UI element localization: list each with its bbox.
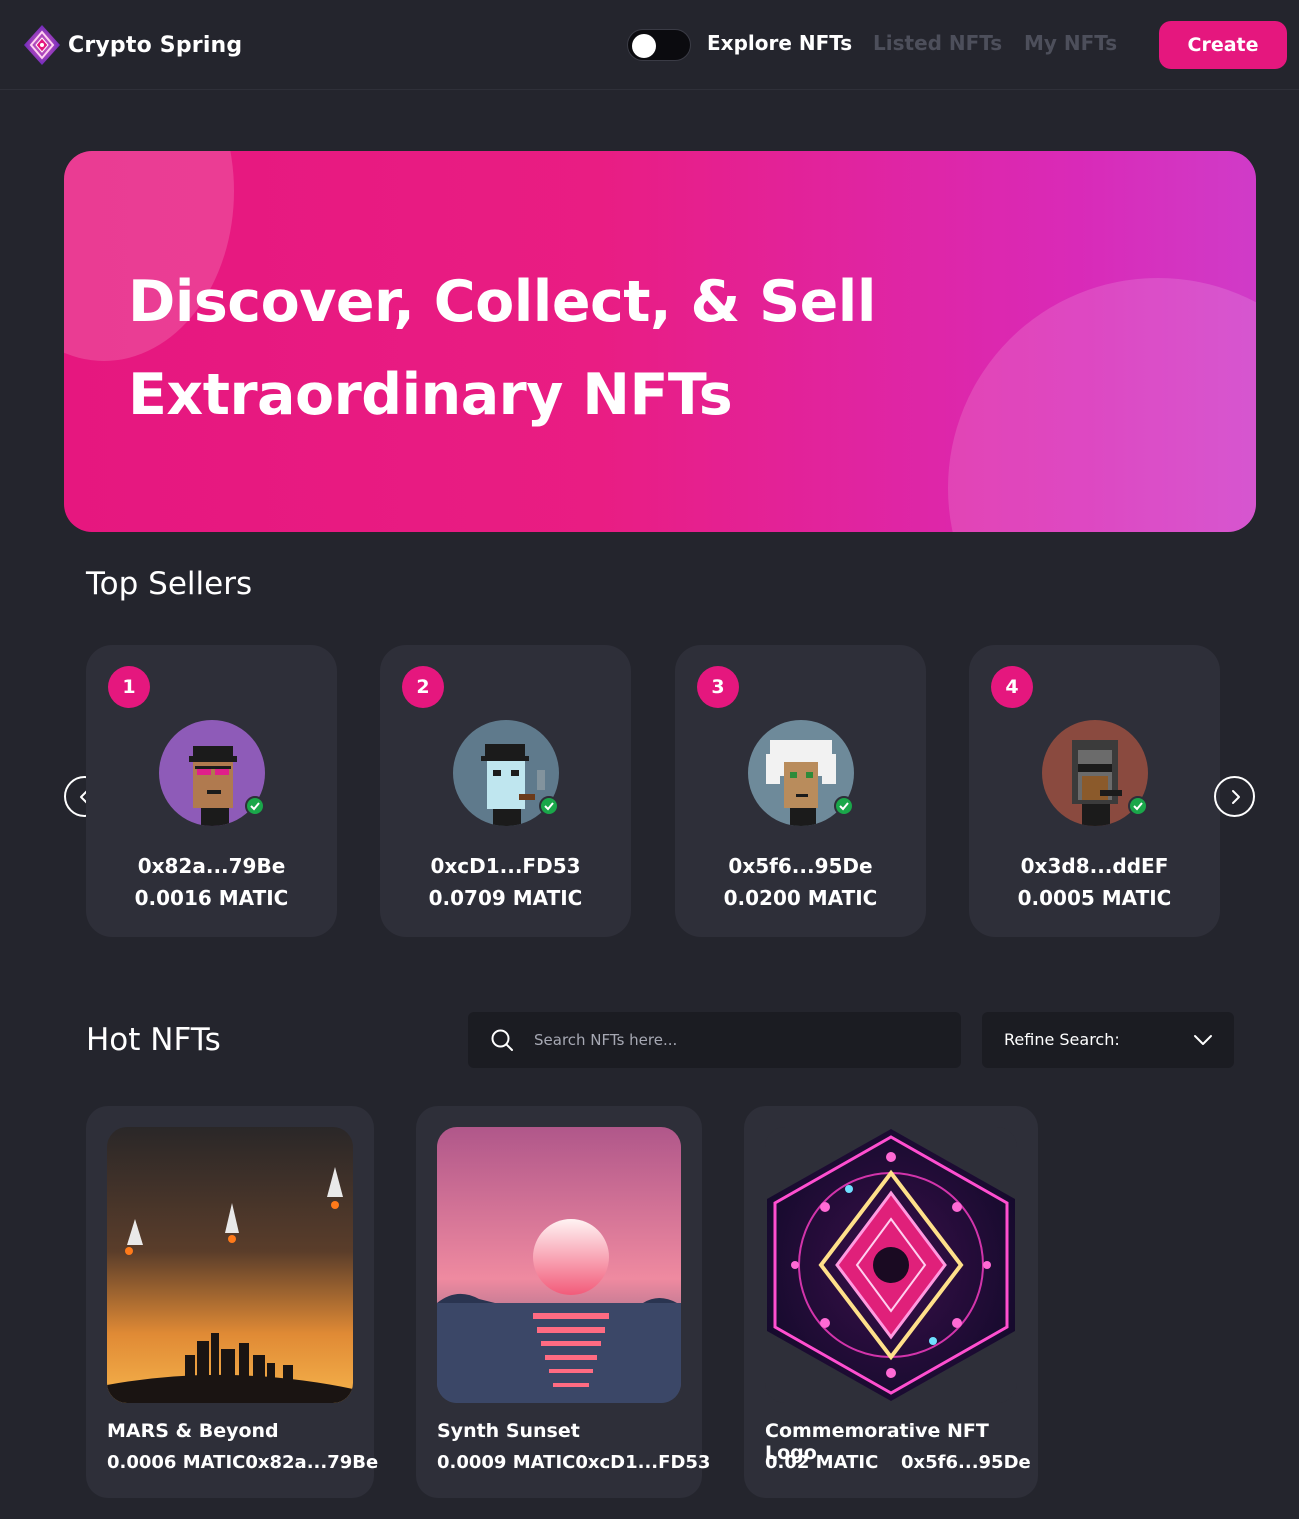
rank-badge: 1 (108, 666, 150, 708)
hot-nfts-title: Hot NFTs (86, 1022, 221, 1058)
nft-name: Synth Sunset (437, 1420, 580, 1442)
navbar: Crypto Spring Explore NFTs Listed NFTs M… (0, 0, 1299, 90)
seller-address: 0x5f6...95De (728, 854, 873, 878)
seller-card[interactable]: 3 0x5f6...95De 0.0200 MATIC (675, 645, 926, 937)
seller-avatar (1042, 720, 1148, 826)
nft-price: 0.02 MATIC (765, 1452, 879, 1473)
brand-name: Crypto Spring (68, 32, 243, 58)
search-bar (468, 1012, 961, 1068)
hexagon-logo-image (767, 1129, 1015, 1401)
nav-explore-nfts[interactable]: Explore NFTs (707, 31, 852, 55)
moon-icon (667, 37, 675, 53)
nft-owner: 0x5f6...95De (901, 1452, 1031, 1473)
nft-price-owner: 0.0006 MATIC0x82a...79Be (107, 1452, 379, 1473)
seller-amount: 0.0709 MATIC (428, 886, 583, 910)
nav-listed-nfts[interactable]: Listed NFTs (873, 31, 1002, 55)
hero-title: Discover, Collect, & Sell Extraordinary … (128, 256, 1028, 442)
search-input[interactable] (534, 1012, 944, 1068)
seller-address: 0xcD1...FD53 (430, 854, 581, 878)
rank-badge: 2 (402, 666, 444, 708)
rank-badge: 4 (991, 666, 1033, 708)
verified-icon (539, 796, 559, 816)
seller-avatar (748, 720, 854, 826)
nft-image (437, 1127, 681, 1403)
seller-amount: 0.0016 MATIC (134, 886, 289, 910)
seller-amount: 0.0005 MATIC (1017, 886, 1172, 910)
theme-toggle[interactable] (627, 29, 691, 61)
refine-search-label: Refine Search: (1004, 1030, 1120, 1049)
chevron-down-icon (1194, 1035, 1212, 1045)
nft-card[interactable]: Synth Sunset 0.0009 MATIC0xcD1...FD53 (416, 1106, 710, 1498)
nft-name: MARS & Beyond (107, 1420, 279, 1442)
seller-avatar (159, 720, 265, 826)
nft-image (765, 1127, 1017, 1403)
hero-banner: Discover, Collect, & Sell Extraordinary … (64, 151, 1256, 532)
carousel-next-button[interactable] (1214, 776, 1255, 817)
seller-card[interactable]: 1 0x82a...79Be 0.0016 MATIC (86, 645, 337, 937)
verified-icon (245, 796, 265, 816)
nft-price-owner: 0.0009 MATIC0xcD1...FD53 (437, 1452, 711, 1473)
seller-card[interactable]: 4 0x3d8...ddEF 0.0005 MATIC (969, 645, 1220, 937)
seller-address: 0x82a...79Be (137, 854, 286, 878)
seller-card[interactable]: 2 0xcD1...FD53 0.0709 MATIC (380, 645, 631, 937)
toggle-knob (632, 34, 656, 58)
rank-badge: 3 (697, 666, 739, 708)
rockets-cityscape-image (107, 1127, 353, 1403)
create-button[interactable]: Create (1159, 21, 1287, 69)
verified-icon (1128, 796, 1148, 816)
seller-address: 0x3d8...ddEF (1020, 854, 1169, 878)
nft-image (107, 1127, 353, 1403)
verified-icon (834, 796, 854, 816)
hero-title-line1: Discover, Collect, & Sell (128, 269, 876, 335)
nav-my-nfts[interactable]: My NFTs (1024, 31, 1117, 55)
refine-search-dropdown[interactable]: Refine Search: (982, 1012, 1234, 1068)
diamond-logo-icon (24, 25, 60, 65)
top-sellers-title: Top Sellers (86, 566, 253, 602)
nft-card[interactable]: MARS & Beyond 0.0006 MATIC0x82a...79Be (86, 1106, 378, 1498)
seller-amount: 0.0200 MATIC (723, 886, 878, 910)
seller-avatar (453, 720, 559, 826)
synth-sunset-image (437, 1127, 681, 1403)
hero-title-line2: Extraordinary NFTs (128, 362, 733, 428)
brand-logo[interactable]: Crypto Spring (22, 24, 242, 66)
search-icon (491, 1029, 513, 1051)
chevron-right-icon (1231, 789, 1240, 804)
nft-card[interactable]: Commemorative NFT Logo 0.02 MATIC 0x5f6.… (744, 1106, 1038, 1498)
